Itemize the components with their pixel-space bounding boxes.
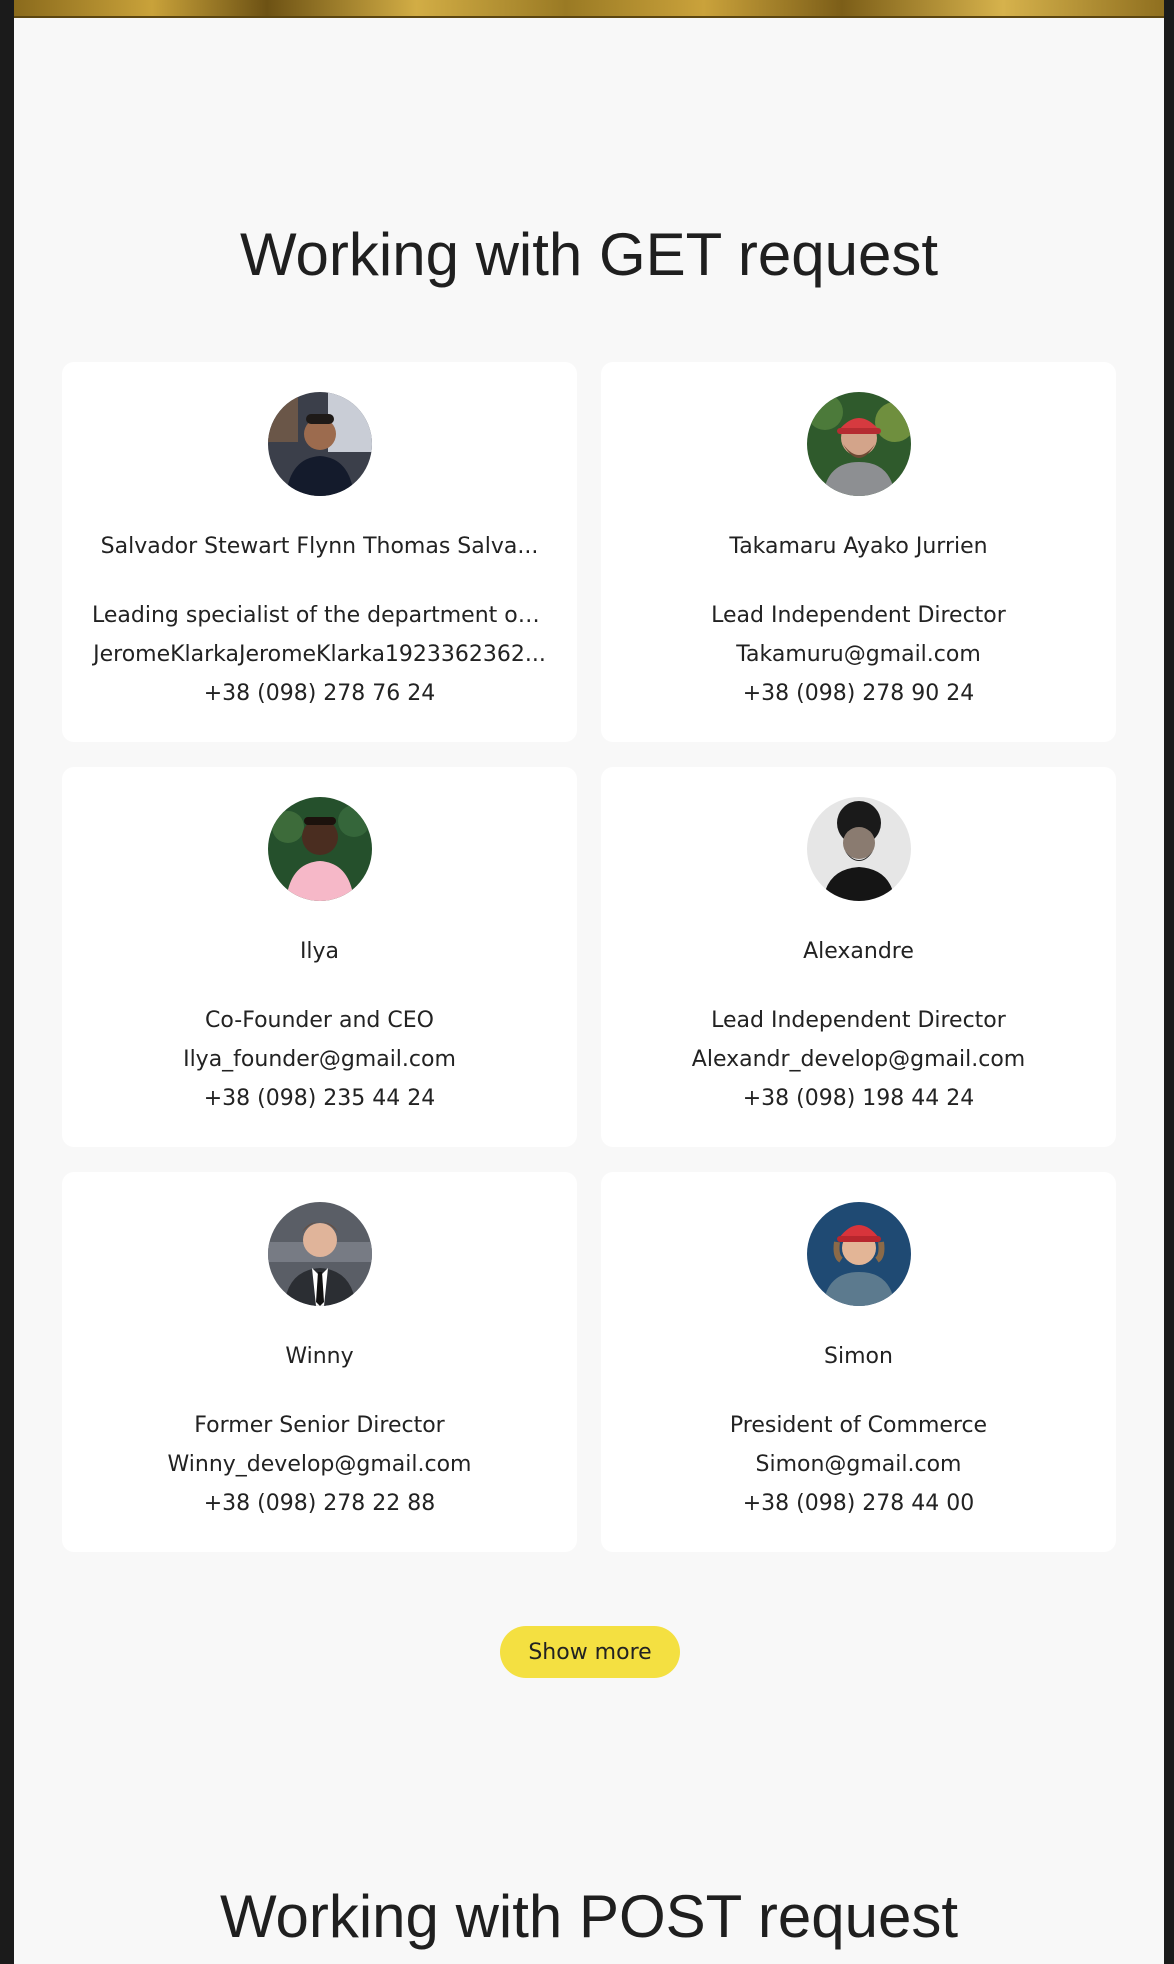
user-email: Alexandr_develop@gmail.com (691, 1047, 1026, 1072)
user-position: Lead Independent Director (711, 603, 1006, 628)
user-avatar (806, 1202, 911, 1306)
user-email: Simon@gmail.com (755, 1452, 962, 1477)
user-card: Takamaru Ayako Jurrien Lead Independent … (601, 362, 1116, 742)
user-phone: +38 (098) 278 22 88 (203, 1491, 436, 1516)
user-card: Salvador Stewart Flynn Thomas Salva... L… (62, 362, 577, 742)
user-avatar (267, 392, 372, 496)
show-more-button[interactable]: Show more (500, 1626, 680, 1678)
user-phone: +38 (098) 235 44 24 (203, 1086, 436, 1111)
user-phone: +38 (098) 278 44 00 (742, 1491, 975, 1516)
user-email: JeromeKlarkaJeromeKlarka1923362362... (93, 642, 546, 667)
user-phone: +38 (098) 278 76 24 (203, 681, 436, 706)
user-email: Ilya_founder@gmail.com (183, 1047, 456, 1072)
user-email: Takamuru@gmail.com (736, 642, 981, 667)
user-avatar (806, 797, 911, 901)
user-name: Alexandre (803, 939, 914, 964)
user-card: Alexandre Lead Independent Director Alex… (601, 767, 1116, 1147)
user-position: Leading specialist of the department of … (92, 603, 547, 628)
hero-image-strip (14, 0, 1164, 18)
user-avatar (267, 797, 372, 901)
user-avatar (267, 1202, 372, 1306)
user-position: President of Commerce (729, 1413, 988, 1438)
user-card: Simon President of Commerce Simon@gmail.… (601, 1172, 1116, 1552)
user-email: Winny_develop@gmail.com (167, 1452, 472, 1477)
user-name: Ilya (299, 939, 340, 964)
get-section-title: Working with GET request (239, 221, 939, 288)
user-card: Winny Former Senior Director Winny_devel… (62, 1172, 577, 1552)
user-position: Lead Independent Director (711, 1008, 1006, 1033)
post-section-title: Working with POST request (219, 1883, 959, 1950)
user-name: Salvador Stewart Flynn Thomas Salva... (100, 534, 539, 559)
user-name: Simon (824, 1344, 893, 1369)
user-phone: +38 (098) 278 90 24 (742, 681, 975, 706)
user-name: Winny (285, 1344, 354, 1369)
user-position: Former Senior Director (194, 1413, 445, 1438)
user-phone: +38 (098) 198 44 24 (742, 1086, 975, 1111)
user-avatar (806, 392, 911, 496)
user-position: Co-Founder and CEO (205, 1008, 434, 1033)
user-card: Ilya Co-Founder and CEO Ilya_founder@gma… (62, 767, 577, 1147)
page: Working with GET request Salvador Stewar… (14, 0, 1164, 1964)
user-name: Takamaru Ayako Jurrien (729, 534, 988, 559)
